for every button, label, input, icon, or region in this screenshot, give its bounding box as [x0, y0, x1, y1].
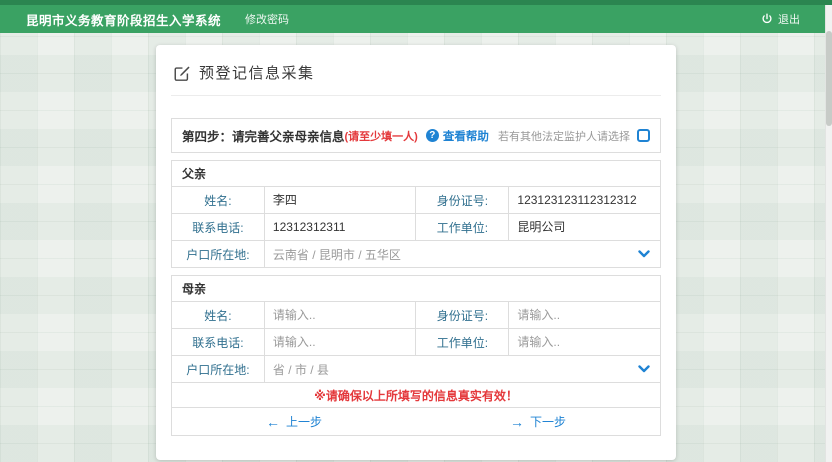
mother-residence-select[interactable]: 省 / 市 / 县	[273, 361, 652, 378]
mother-table: 母亲 姓名: 身份证号: 联系电话: 工作单位: 户口所在地: 省 / 市 / …	[171, 275, 661, 436]
next-step-button[interactable]: → 下一步	[510, 413, 566, 430]
father-name-input[interactable]	[273, 193, 408, 207]
guardian-hint: 若有其他法定监护人请选择	[498, 128, 630, 144]
prev-step-button[interactable]: ← 上一步	[266, 413, 322, 430]
step-header: 第四步：请完善父亲母亲信息 (请至少填一人) ? 查看帮助 若有其他法定监护人请…	[171, 118, 661, 153]
mother-work-label: 工作单位:	[416, 329, 509, 356]
father-work-cell	[509, 214, 661, 241]
prev-step-cell: ← 上一步	[172, 408, 416, 436]
mother-residence-value: 省 / 市 / 县	[273, 361, 329, 378]
step-nav-row: ← 上一步 → 下一步	[172, 408, 661, 436]
step-note: (请至少填一人)	[345, 128, 418, 144]
chevron-down-icon	[638, 365, 650, 373]
father-name-cell	[264, 187, 416, 214]
scrollbar[interactable]	[825, 5, 832, 462]
father-id-input[interactable]	[517, 193, 652, 207]
navbar: 昆明市义务教育阶段招生入学系统 修改密码 退出	[0, 5, 832, 33]
edit-icon	[173, 64, 191, 82]
step-header-left: 第四步：请完善父亲母亲信息 (请至少填一人) ? 查看帮助	[182, 126, 489, 145]
father-work-label: 工作单位:	[416, 214, 509, 241]
arrow-right-icon: →	[510, 415, 524, 429]
table-row: 联系电话: 工作单位:	[172, 214, 661, 241]
table-row: 联系电话: 工作单位:	[172, 329, 661, 356]
page-title: 预登记信息采集	[199, 62, 315, 83]
father-residence-value: 云南省 / 昆明市 / 五华区	[273, 246, 401, 263]
mother-section-title: 母亲	[172, 276, 661, 302]
main-card: 预登记信息采集 第四步：请完善父亲母亲信息 (请至少填一人) ? 查看帮助 若有…	[156, 45, 676, 460]
table-row: 户口所在地: 省 / 市 / 县	[172, 356, 661, 383]
mother-name-input[interactable]	[273, 308, 408, 322]
father-id-cell	[509, 187, 661, 214]
table-row: 姓名: 身份证号:	[172, 302, 661, 329]
father-work-input[interactable]	[517, 220, 652, 234]
father-phone-cell	[264, 214, 416, 241]
father-residence-label: 户口所在地:	[172, 241, 265, 268]
table-row: 户口所在地: 云南省 / 昆明市 / 五华区	[172, 241, 661, 268]
father-name-label: 姓名:	[172, 187, 265, 214]
card-header: 预登记信息采集	[171, 59, 661, 96]
mother-phone-cell	[264, 329, 416, 356]
next-step-cell: → 下一步	[416, 408, 661, 436]
step-header-right: 若有其他法定监护人请选择	[498, 128, 650, 144]
mother-name-cell	[264, 302, 416, 329]
table-row: 姓名: 身份证号:	[172, 187, 661, 214]
father-residence-select[interactable]: 云南省 / 昆明市 / 五华区	[273, 246, 652, 263]
help-icon: ?	[426, 129, 439, 142]
father-phone-label: 联系电话:	[172, 214, 265, 241]
help-label: 查看帮助	[443, 128, 489, 144]
change-password-link[interactable]: 修改密码	[245, 11, 289, 27]
step-title: 第四步：请完善父亲母亲信息	[182, 126, 345, 145]
mother-phone-label: 联系电话:	[172, 329, 265, 356]
logout-label: 退出	[778, 11, 800, 27]
chevron-down-icon	[638, 250, 650, 258]
mother-work-cell	[509, 329, 661, 356]
mother-section-row: 母亲	[172, 276, 661, 302]
next-step-label: 下一步	[530, 413, 566, 430]
scrollbar-thumb[interactable]	[826, 31, 832, 126]
mother-residence-label: 户口所在地:	[172, 356, 265, 383]
father-section-title: 父亲	[172, 161, 661, 187]
warning-text: ※请确保以上所填写的信息真实有效！	[172, 383, 661, 408]
app-title: 昆明市义务教育阶段招生入学系统	[26, 10, 221, 29]
power-icon	[761, 13, 773, 25]
father-section-row: 父亲	[172, 161, 661, 187]
mother-id-input[interactable]	[517, 308, 652, 322]
mother-id-cell	[509, 302, 661, 329]
warning-row: ※请确保以上所填写的信息真实有效！	[172, 383, 661, 408]
arrow-left-icon: ←	[266, 415, 280, 429]
father-table: 父亲 姓名: 身份证号: 联系电话: 工作单位: 户口所在地: 云南省 / 昆明…	[171, 160, 661, 268]
help-link[interactable]: ? 查看帮助	[426, 128, 489, 144]
logout-button[interactable]: 退出	[761, 11, 800, 27]
father-residence-cell: 云南省 / 昆明市 / 五华区	[264, 241, 660, 268]
mother-residence-cell: 省 / 市 / 县	[264, 356, 660, 383]
prev-step-label: 上一步	[286, 413, 322, 430]
mother-id-label: 身份证号:	[416, 302, 509, 329]
father-phone-input[interactable]	[273, 220, 408, 234]
mother-work-input[interactable]	[517, 335, 652, 349]
mother-name-label: 姓名:	[172, 302, 265, 329]
guardian-checkbox[interactable]	[637, 129, 650, 142]
mother-phone-input[interactable]	[273, 335, 408, 349]
father-id-label: 身份证号:	[416, 187, 509, 214]
